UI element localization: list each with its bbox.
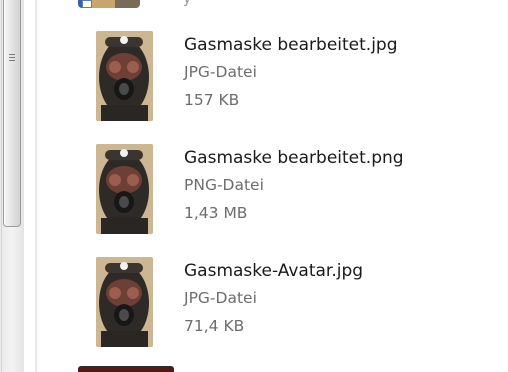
file-size: 157 KB — [184, 91, 240, 109]
partial-thumbnail-image — [78, 366, 174, 372]
partial-list-item-bottom[interactable] — [78, 362, 178, 372]
file-name: Gasmaske-Avatar.jpg — [184, 261, 364, 281]
file-name: Gasmaske bearbeitet.png — [184, 148, 404, 168]
gas-mask-image-icon — [96, 31, 153, 121]
partial-item-label: y — [183, 0, 243, 6]
partial-list-item-top[interactable]: y — [78, 0, 268, 8]
file-item-gasmaske-bearbeitet-jpg[interactable]: Gasmaske bearbeitet.jpg JPG-Datei 157 KB — [90, 31, 490, 123]
file-name: Gasmaske bearbeitet.jpg — [184, 35, 398, 55]
grip-lines-icon — [9, 54, 15, 63]
file-type: JPG-Datei — [184, 289, 257, 307]
file-type: PNG-Datei — [184, 176, 264, 194]
vertical-scrollbar[interactable] — [0, 0, 24, 372]
partial-thumbnail-image — [78, 0, 140, 8]
scrollbar-thumb[interactable] — [3, 0, 21, 227]
pane-divider — [35, 0, 38, 372]
gas-mask-image-icon — [96, 257, 153, 347]
file-size: 1,43 MB — [184, 204, 248, 222]
scrollbar-track-edge — [1, 0, 2, 372]
file-size: 71,4 KB — [184, 317, 245, 335]
file-item-gasmaske-avatar-jpg[interactable]: Gasmaske-Avatar.jpg JPG-Datei 71,4 KB — [90, 257, 490, 349]
file-explorer-content: y Gasmaske bearbeitet.jpg JPG-Datei 157 … — [0, 0, 508, 372]
file-item-gasmaske-bearbeitet-png[interactable]: Gasmaske bearbeitet.png PNG-Datei 1,43 M… — [90, 144, 490, 236]
gas-mask-image-icon — [96, 144, 153, 234]
file-type: JPG-Datei — [184, 63, 257, 81]
